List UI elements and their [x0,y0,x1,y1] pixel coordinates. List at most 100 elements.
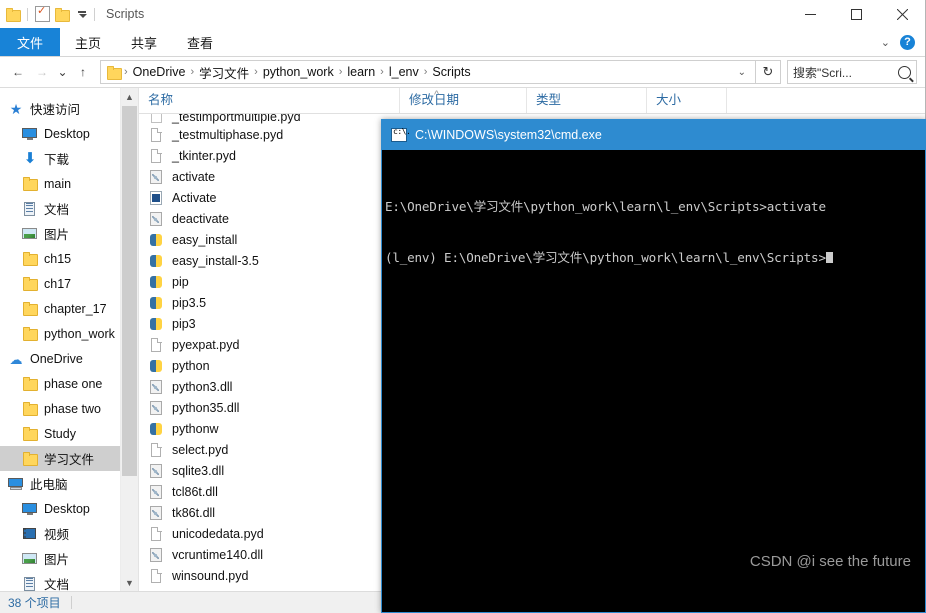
sidebar-item-文档[interactable]: 文档 [0,571,138,591]
sidebar-item-Desktop[interactable]: Desktop [0,496,138,521]
cmd-line-text: (l_env) E:\OneDrive\学习文件\python_work\lea… [385,250,826,265]
file-name: python3.dll [172,379,233,394]
file-icon [148,526,164,542]
file-name: pythonw [172,421,219,436]
sidebar-item-快速访问[interactable]: ★ 快速访问 [0,96,138,121]
star-icon: ★ [9,100,23,117]
file-name: pip [172,274,189,289]
python-exe-icon [148,358,164,374]
monitor-icon [22,501,38,517]
sidebar-item-Study[interactable]: Study [0,421,138,446]
refresh-button[interactable]: ↻ [756,60,781,84]
cmd-title-text: C:\WINDOWS\system32\cmd.exe [415,128,602,142]
search-input[interactable]: 搜索"Scri... [787,60,917,84]
sidebar-item-phase two[interactable]: phase two [0,396,138,421]
folder-icon[interactable] [6,8,21,22]
tab-home[interactable]: 主页 [60,28,116,56]
scroll-down-arrow-icon[interactable]: ▼ [121,574,138,591]
breadcrumb-item-l-env[interactable]: l_env [385,65,423,79]
column-header-spacer [726,88,925,113]
watermark-text: CSDN @i see the future [749,553,911,570]
download-icon: ⬇ [23,149,37,167]
properties-icon[interactable] [35,4,50,22]
file-name: unicodedata.pyd [172,526,264,541]
sidebar-item-文档[interactable]: 文档📌 [0,196,138,221]
ribbon-tab-bar: 文件 主页 共享 查看 ⌄ ? [0,28,925,57]
column-header-date[interactable]: 修改日期 [399,88,526,113]
breadcrumb-dropdown-caret-icon[interactable]: ⌄ [733,67,751,78]
sidebar-item-chapter_17[interactable]: chapter_17 [0,296,138,321]
quick-access-toolbar[interactable] [6,4,97,22]
dll-icon [148,169,164,185]
sidebar-item-OneDrive[interactable]: ☁ OneDrive [0,346,138,371]
scroll-up-arrow-icon[interactable]: ▲ [121,88,138,105]
sidebar-item-ch15[interactable]: ch15 [0,246,138,271]
sidebar-item-ch17[interactable]: ch17 [0,271,138,296]
forward-button[interactable]: → [30,60,54,84]
customize-qat-caret-icon[interactable] [76,10,87,18]
sidebar-item-label: 图片 [44,228,70,242]
breadcrumb-item-scripts[interactable]: Scripts [428,65,474,79]
breadcrumb-item-onedrive[interactable]: OneDrive [129,65,190,79]
recent-locations-caret-icon[interactable]: ⌄ [54,60,71,84]
sidebar-item-Desktop[interactable]: Desktop📌 [0,121,138,146]
up-button[interactable]: ↑ [71,60,95,84]
column-header-name[interactable]: 名称 [139,88,399,113]
close-button[interactable] [879,0,925,28]
monitor-icon [22,126,38,142]
sidebar-item-label: Desktop [44,126,90,141]
cmd-icon [391,127,410,142]
sidebar-item-图片[interactable]: 图片📌 [0,221,138,246]
chevron-down-icon[interactable]: ⌄ [881,36,890,49]
cmd-console-output[interactable]: E:\OneDrive\学习文件\python_work\learn\l_env… [382,150,925,300]
breadcrumb-item-study-files[interactable]: 学习文件 [195,63,253,82]
sidebar-item-label: Study [44,426,76,441]
tab-view[interactable]: 查看 [172,28,228,56]
python-exe-icon [148,295,164,311]
breadcrumb-folder-icon [107,66,122,80]
file-icon [148,148,164,164]
cmd-line: E:\OneDrive\学习文件\python_work\learn\l_env… [385,199,826,214]
sidebar-item-图片[interactable]: 图片 [0,546,138,571]
sidebar-item-学习文件[interactable]: 学习文件 [0,446,138,471]
sidebar-item-下载[interactable]: ⬇下载📌 [0,146,138,171]
sidebar-item-此电脑[interactable]: 此电脑 [0,471,138,496]
title-bar: Scripts [0,0,925,28]
breadcrumb[interactable]: › OneDrive › 学习文件 › python_work › learn … [100,60,756,84]
folder-icon [22,376,38,392]
column-header-size[interactable]: 大小 [646,88,726,113]
help-icon[interactable]: ? [900,34,915,50]
sidebar-item-phase one[interactable]: phase one [0,371,138,396]
sidebar-item-label: 下载 [44,153,70,167]
breadcrumb-item-python-work[interactable]: python_work [259,65,338,79]
pictures-icon [22,551,38,567]
sidebar-item-label: python_work [44,326,115,341]
new-folder-icon[interactable] [55,8,70,22]
back-button[interactable]: ← [6,60,30,84]
sidebar-item-label: main [44,176,72,191]
dll-icon [148,211,164,227]
command-prompt-window[interactable]: C:\WINDOWS\system32\cmd.exe E:\OneDrive\… [381,119,926,613]
navigation-scrollbar[interactable]: ▲ ▼ [120,88,138,591]
sidebar-item-视频[interactable]: 视频 [0,521,138,546]
maximize-button[interactable] [833,0,879,28]
videos-icon [22,526,38,542]
sidebar-item-label: ch15 [44,251,72,266]
breadcrumb-item-learn[interactable]: learn [343,65,379,79]
sidebar-item-python_work[interactable]: python_work [0,321,138,346]
column-header-type[interactable]: 类型 [526,88,646,113]
file-name: pip3.5 [172,295,207,310]
file-name: winsound.pyd [172,568,249,583]
window-title: Scripts [106,7,145,21]
sidebar-item-main[interactable]: main📌 [0,171,138,196]
qat-divider [27,7,28,21]
tab-share[interactable]: 共享 [116,28,172,56]
tab-file[interactable]: 文件 [0,28,61,56]
minimize-button[interactable] [787,0,833,28]
scrollbar-thumb[interactable] [122,106,137,476]
search-icon[interactable] [898,65,911,79]
file-icon [148,337,164,353]
window-controls [787,0,925,28]
file-name: tk86t.dll [172,505,216,520]
cmd-cursor [825,252,833,263]
